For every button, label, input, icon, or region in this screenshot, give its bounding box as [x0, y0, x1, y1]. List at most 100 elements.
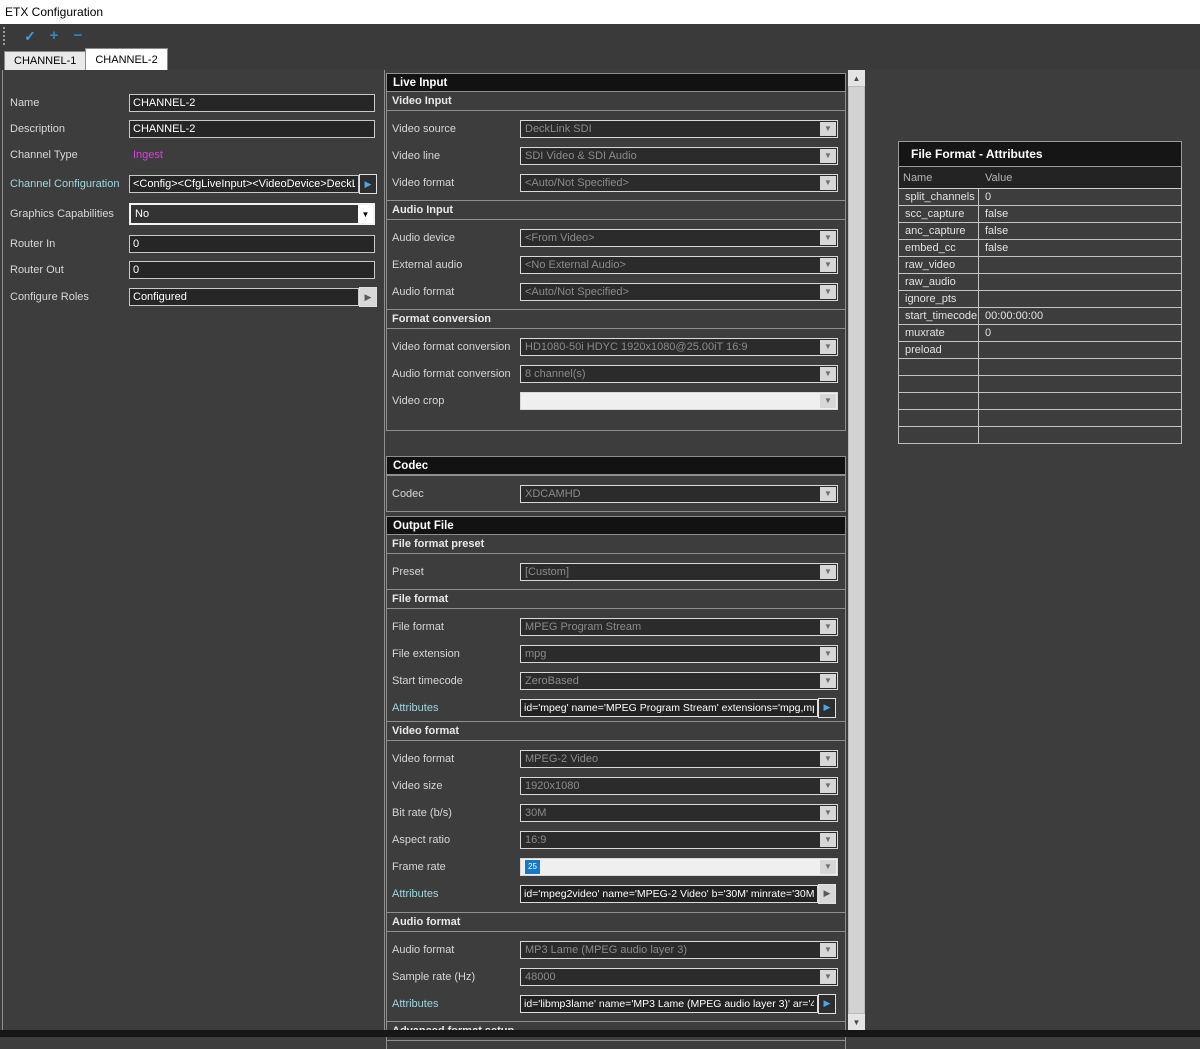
dropdown-value: 8 channel(s): [525, 368, 586, 380]
preset-dropdown[interactable]: [Custom] ▼: [520, 563, 838, 581]
router-out-input[interactable]: [129, 261, 375, 279]
file-format-attributes-edit-arrow-icon[interactable]: ▶: [818, 698, 836, 718]
toolbar-grip-handle[interactable]: [3, 27, 8, 45]
chevron-down-icon[interactable]: ▼: [820, 285, 836, 299]
dropdown-disabled[interactable]: HD1080-50i HDYC 1920x1080@25.00iT 16:9 ▼: [520, 338, 838, 356]
chevron-down-icon[interactable]: ▼: [820, 487, 836, 501]
table-row[interactable]: [899, 393, 1181, 410]
panel-splitter[interactable]: [384, 70, 385, 1030]
table-row[interactable]: split_channels 0: [899, 189, 1181, 206]
form-row-router-out: Router Out: [6, 261, 382, 279]
chevron-down-icon[interactable]: ▼: [820, 149, 836, 163]
column-header-name: Name: [899, 172, 979, 184]
chevron-down-icon[interactable]: ▼: [820, 647, 836, 661]
table-row[interactable]: preload: [899, 342, 1181, 359]
subsection-file-format: File format: [386, 590, 846, 608]
table-row[interactable]: muxrate 0: [899, 325, 1181, 342]
audio-attributes-edit-arrow-icon[interactable]: ▶: [818, 994, 836, 1014]
table-row[interactable]: anc_capture false: [899, 223, 1181, 240]
description-label: Description: [6, 123, 129, 135]
dropdown-value: 1920x1080: [525, 780, 579, 792]
chevron-down-icon[interactable]: ▼: [820, 620, 836, 634]
dropdown-disabled[interactable]: MPEG-2 Video ▼: [520, 750, 838, 768]
form-row-name: Name: [6, 94, 382, 112]
codec-dropdown[interactable]: XDCAMHD ▼: [520, 485, 838, 503]
field-label: Audio device: [387, 232, 520, 244]
table-row[interactable]: [899, 427, 1181, 443]
chevron-down-icon[interactable]: ▼: [820, 122, 836, 136]
table-row[interactable]: scc_capture false: [899, 206, 1181, 223]
table-row[interactable]: embed_cc false: [899, 240, 1181, 257]
tab-channel-2[interactable]: CHANNEL-2: [85, 48, 167, 70]
dropdown-disabled[interactable]: 16:9 ▼: [520, 831, 838, 849]
dropdown-disabled[interactable]: 30M ▼: [520, 804, 838, 822]
name-input[interactable]: [129, 94, 375, 112]
channel-configuration-input[interactable]: [129, 175, 359, 193]
field-label: Video source: [387, 123, 520, 135]
form-row: File format MPEG Program Stream ▼: [387, 613, 845, 640]
router-in-input[interactable]: [129, 235, 375, 253]
dropdown-disabled[interactable]: <Auto/Not Specified> ▼: [520, 174, 838, 192]
dropdown-disabled[interactable]: MP3 Lame (MPEG audio layer 3) ▼: [520, 941, 838, 959]
chevron-down-icon[interactable]: ▼: [358, 205, 373, 223]
table-row[interactable]: ignore_pts: [899, 291, 1181, 308]
form-row: Video source DeckLink SDI ▼: [387, 115, 845, 142]
table-row[interactable]: [899, 359, 1181, 376]
chevron-down-icon[interactable]: ▼: [820, 258, 836, 272]
table-row[interactable]: raw_audio: [899, 274, 1181, 291]
channel-configuration-edit-arrow-icon[interactable]: ▶: [359, 174, 377, 194]
graphics-capabilities-dropdown[interactable]: No ▼: [129, 203, 375, 225]
video-crop-label: Video crop: [387, 395, 520, 407]
dropdown-disabled[interactable]: mpg ▼: [520, 645, 838, 663]
attribute-name-cell: [899, 427, 979, 443]
chevron-down-icon[interactable]: ▼: [820, 943, 836, 957]
dropdown-disabled[interactable]: MPEG Program Stream ▼: [520, 618, 838, 636]
vertical-scrollbar[interactable]: ▲ ▼: [848, 70, 865, 1030]
table-row[interactable]: start_timecode 00:00:00:00: [899, 308, 1181, 325]
chevron-down-icon[interactable]: ▼: [820, 176, 836, 190]
add-plus-icon[interactable]: +: [42, 25, 66, 47]
video-attributes-input[interactable]: [520, 885, 818, 903]
chevron-down-icon[interactable]: ▼: [820, 674, 836, 688]
scrollbar-thumb[interactable]: [848, 86, 865, 1014]
chevron-down-icon[interactable]: ▼: [820, 806, 836, 820]
description-input[interactable]: [129, 120, 375, 138]
table-row[interactable]: raw_video: [899, 257, 1181, 274]
dropdown-disabled[interactable]: SDI Video & SDI Audio ▼: [520, 147, 838, 165]
chevron-down-icon[interactable]: ▼: [820, 340, 836, 354]
video-crop-dropdown[interactable]: ▼: [520, 392, 838, 410]
chevron-down-icon[interactable]: ▼: [820, 752, 836, 766]
frame-rate-dropdown[interactable]: 25 ▼: [520, 858, 838, 876]
configure-roles-edit-arrow-icon[interactable]: ▶: [359, 287, 377, 307]
chevron-down-icon[interactable]: ▼: [820, 860, 836, 874]
audio-attributes-input[interactable]: [520, 995, 818, 1013]
dropdown-disabled[interactable]: <From Video> ▼: [520, 229, 838, 247]
dropdown-disabled[interactable]: 48000 ▼: [520, 968, 838, 986]
chevron-down-icon[interactable]: ▼: [820, 779, 836, 793]
dropdown-disabled[interactable]: <No External Audio> ▼: [520, 256, 838, 274]
dropdown-disabled[interactable]: 1920x1080 ▼: [520, 777, 838, 795]
chevron-down-icon[interactable]: ▼: [820, 565, 836, 579]
tab-channel-1[interactable]: CHANNEL-1: [4, 51, 86, 70]
chevron-down-icon[interactable]: ▼: [820, 367, 836, 381]
dropdown-disabled[interactable]: DeckLink SDI ▼: [520, 120, 838, 138]
table-row[interactable]: [899, 376, 1181, 393]
dropdown-disabled[interactable]: <Auto/Not Specified> ▼: [520, 283, 838, 301]
attribute-name-cell: [899, 359, 979, 375]
attributes-label: Attributes: [387, 888, 520, 900]
chevron-down-icon[interactable]: ▼: [820, 394, 836, 408]
video-attributes-edit-arrow-icon[interactable]: ▶: [818, 884, 836, 904]
scroll-down-icon[interactable]: ▼: [848, 1014, 865, 1030]
dropdown-disabled[interactable]: ZeroBased ▼: [520, 672, 838, 690]
chevron-down-icon[interactable]: ▼: [820, 231, 836, 245]
chevron-down-icon[interactable]: ▼: [820, 970, 836, 984]
chevron-down-icon[interactable]: ▼: [820, 833, 836, 847]
dropdown-disabled[interactable]: 8 channel(s) ▼: [520, 365, 838, 383]
table-row[interactable]: [899, 410, 1181, 427]
remove-minus-icon[interactable]: −: [66, 25, 90, 47]
configure-roles-input[interactable]: [129, 288, 359, 306]
scroll-up-icon[interactable]: ▲: [848, 70, 865, 86]
file-format-attributes-input[interactable]: [520, 699, 818, 717]
section-title: Output File: [393, 520, 454, 532]
apply-check-icon[interactable]: ✓: [18, 25, 42, 47]
